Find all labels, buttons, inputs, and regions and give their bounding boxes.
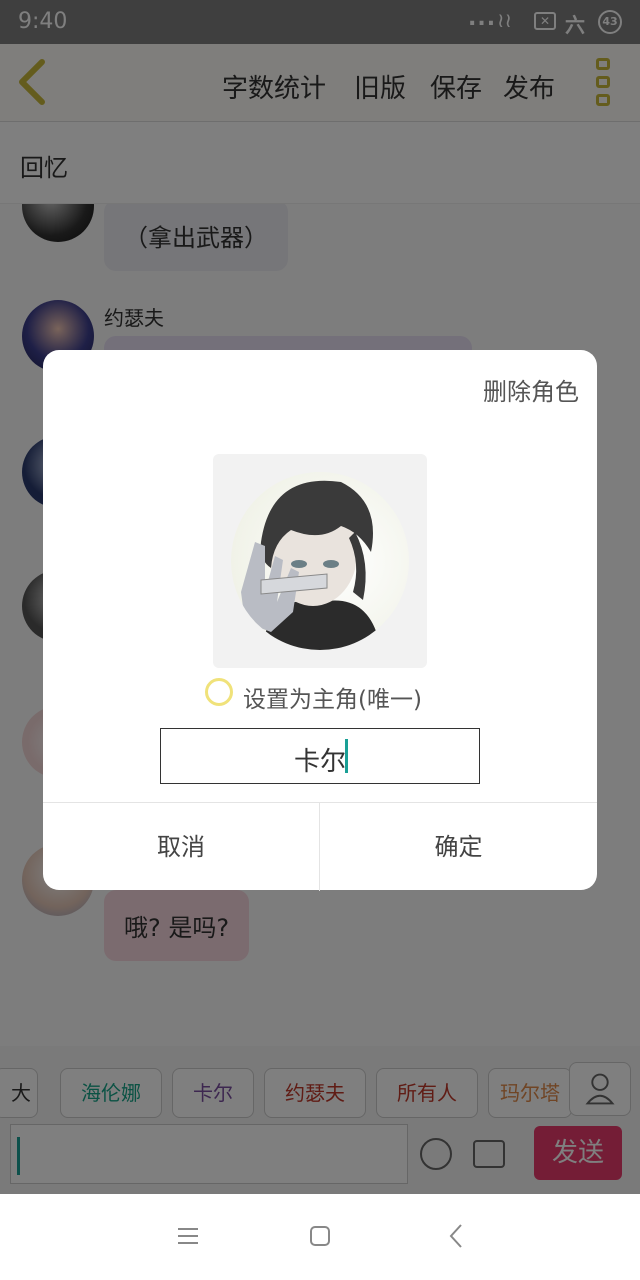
nav-home-icon[interactable] [310, 1226, 330, 1246]
dialog-actions: 取消 确定 [43, 802, 597, 891]
role-name-input[interactable]: 卡尔 [160, 728, 480, 784]
role-avatar-frame[interactable] [213, 454, 427, 668]
text-caret [345, 739, 348, 773]
radio-button[interactable] [205, 678, 233, 706]
set-main-role-option[interactable]: 设置为主角(唯一) [205, 676, 465, 716]
role-avatar[interactable] [231, 472, 409, 650]
confirm-button[interactable]: 确定 [320, 803, 597, 891]
nav-back-icon[interactable] [448, 1222, 464, 1250]
edit-role-dialog: 删除角色 设置为主角(唯一) 卡尔 取消 确定 [43, 350, 597, 891]
cancel-button[interactable]: 取消 [43, 803, 320, 891]
system-nav-bar [0, 1194, 640, 1280]
set-main-role-label: 设置为主角(唯一) [243, 687, 422, 713]
nav-menu-icon[interactable] [178, 1228, 198, 1244]
role-name-value: 卡尔 [293, 747, 346, 777]
delete-role-button[interactable]: 删除角色 [483, 372, 579, 407]
